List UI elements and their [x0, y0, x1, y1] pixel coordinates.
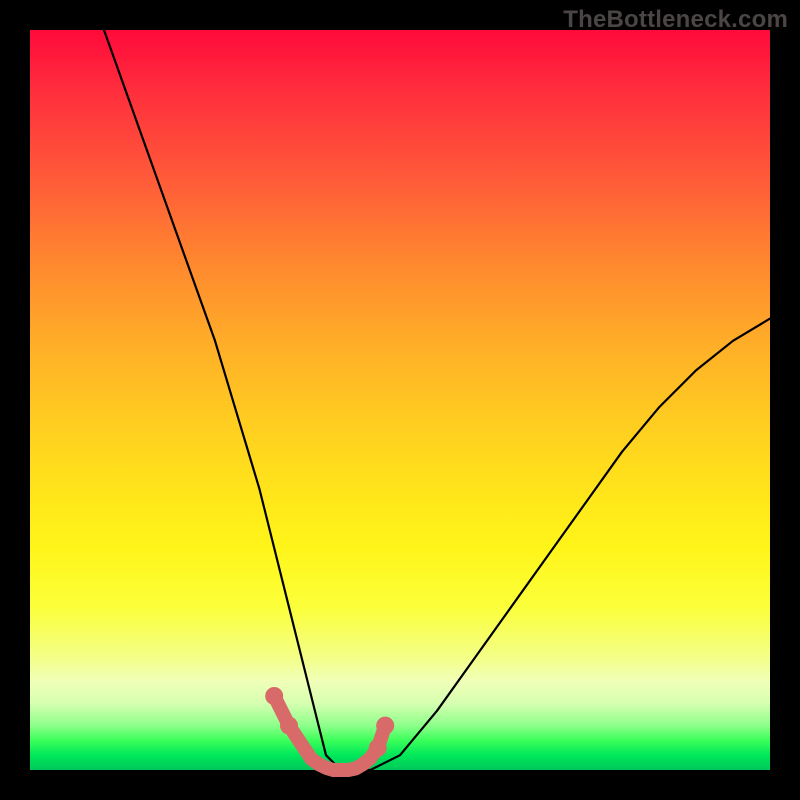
valley-dot [369, 739, 387, 757]
valley-dot [280, 717, 298, 735]
plot-area [30, 30, 770, 770]
curve-layer [30, 30, 770, 770]
chart-frame: TheBottleneck.com [0, 0, 800, 800]
valley-dot [265, 687, 283, 705]
bottleneck-curve [104, 30, 770, 770]
valley-dot [376, 717, 394, 735]
valley-dots [265, 687, 394, 757]
